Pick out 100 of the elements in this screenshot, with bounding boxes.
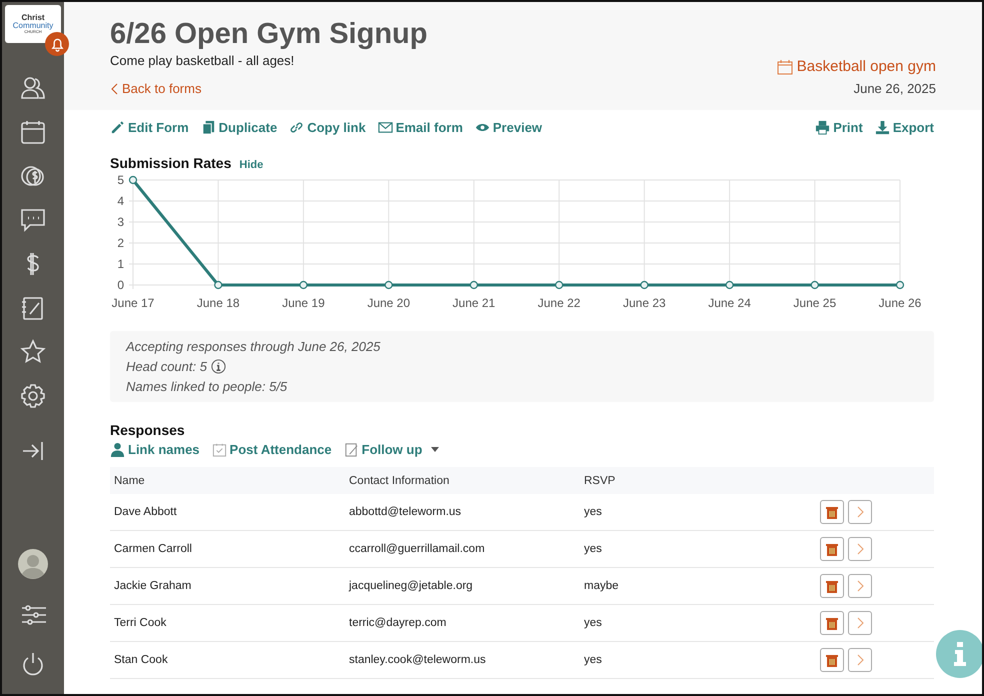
coin-icon[interactable] [20,163,46,189]
toolbar-link[interactable]: Copy link [289,120,366,135]
chevron-right-icon [856,506,864,518]
chevron-right-icon [856,580,864,592]
delete-button[interactable] [820,537,844,561]
data-point [555,280,564,290]
event-link[interactable]: Basketball open gym [776,58,936,75]
names-linked-text: Names linked to people: 5/5 [126,379,288,394]
caret-icon [431,447,440,452]
axis-label: June 17 [112,296,154,310]
head-count-text: Head count: 5 [126,359,207,374]
chevron-left-icon [110,82,118,94]
action-link[interactable]: Link names [110,442,200,457]
link-icon [289,120,304,135]
form-subtitle: Come play basketball - all ages! [110,53,296,68]
axis-label: June 19 [282,296,325,310]
chat-icon[interactable] [20,207,46,233]
settings-icon[interactable] [20,383,46,409]
table-cell: Carmen Carroll [114,543,192,555]
table-cell: Terri Cook [114,617,166,629]
axis-label: 0 [117,278,124,292]
info-icon[interactable] [210,359,226,374]
action-link[interactable]: Follow up [344,442,440,457]
table-cell: yes [584,543,602,555]
notepad-icon [344,442,359,457]
toolbar-link[interactable]: Duplicate [200,120,278,135]
pencil-icon [110,120,125,135]
axis-label: June 26 [878,296,922,310]
printer-icon [815,120,830,135]
table-cell: maybe [584,580,619,592]
data-point [640,280,648,290]
back-link[interactable]: Back to forms [110,81,202,96]
table-cell: Stan Cook [114,654,168,666]
chevron-right-icon [856,617,864,629]
table-cell: jacquelineg@jetable.org [349,580,473,592]
axis-label: June 25 [793,296,836,310]
data-point [725,280,734,290]
section-title: Responses [110,422,186,438]
hide-link[interactable]: Hide [239,159,264,171]
table-cell: Dave Abbott [114,506,177,518]
trash-icon [826,654,838,666]
calendar-icon [776,58,793,74]
toolbar-link[interactable]: Print [815,120,863,135]
data-point [384,280,393,290]
axis-label: June 21 [452,296,496,310]
data-point [299,280,308,290]
toolbar-link[interactable]: Export [874,120,934,135]
calendar-check-icon [212,442,227,457]
axis-label: 2 [117,236,124,250]
trash-icon [826,616,838,630]
toolbar-link[interactable]: Preview [474,120,542,135]
axis-label: 4 [117,194,124,208]
table-cell: yes [584,506,602,518]
table-cell: yes [584,654,602,666]
delete-button[interactable] [820,648,844,672]
mail-icon [378,120,393,135]
toolbar-link[interactable]: Edit Form [110,120,189,135]
data-point [810,280,819,290]
chevron-right-icon [856,543,864,555]
axis-label: 5 [117,173,124,187]
column-header: Name [114,474,145,486]
chevron-right-icon [856,654,864,666]
notebook-icon[interactable] [20,295,46,321]
event-date: June 26, 2025 [854,81,936,96]
delete-button[interactable] [820,611,844,635]
data-point [896,280,904,290]
column-header: Contact Information [349,474,450,486]
delete-button[interactable] [820,500,844,524]
table-cell: Jackie Graham [114,580,192,592]
copy-icon [200,120,216,135]
table-cell: yes [584,617,602,629]
axis-label: June 18 [196,296,240,310]
toolbar-link[interactable]: Email form [378,120,463,135]
data-point [470,280,478,290]
axis-label: June 23 [622,296,666,310]
axis-label: June 24 [708,296,751,310]
person-icon [110,442,125,457]
form-title: 6/26 Open Gym Signup [110,18,428,51]
download-icon [874,120,890,135]
info-icon [953,642,967,666]
axis-label: June 22 [538,296,580,310]
trash-icon [826,580,838,592]
axis-label: 3 [117,215,124,229]
trash-icon [826,506,838,518]
table-cell: ccarroll@guerrillamail.com [349,543,485,555]
accepting-text: Accepting responses through June 26, 2025 [126,339,382,354]
axis-label: 1 [117,257,124,271]
data-point [128,176,138,184]
calendar-icon[interactable] [20,119,46,145]
column-header: RSVP [584,474,616,486]
section-title: Submission Rates [110,155,232,171]
star-icon[interactable] [20,339,46,365]
action-link[interactable]: Post Attendance [212,442,332,457]
trash-icon [826,542,838,556]
delete-button[interactable] [820,574,844,598]
axis-label: June 20 [367,296,410,310]
table-cell: abbottd@teleworm.us [349,506,462,518]
avatar-icon[interactable] [18,549,48,579]
power-icon[interactable] [20,651,46,677]
people-icon[interactable] [20,75,46,101]
